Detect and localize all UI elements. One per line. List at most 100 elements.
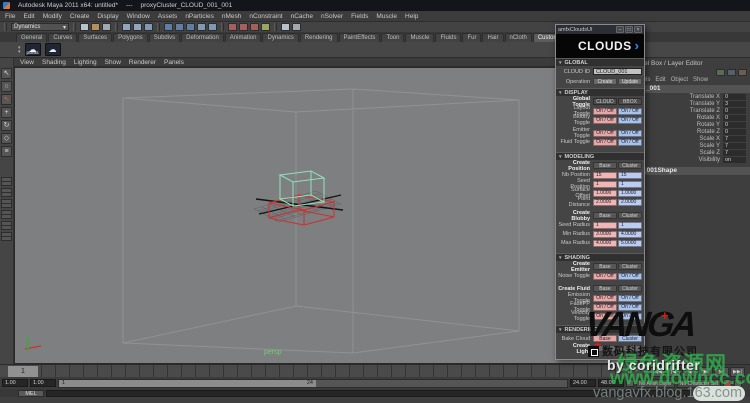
status-grip[interactable] [4, 23, 7, 31]
channel-value-field[interactable]: 0 [723, 122, 746, 128]
channel-value-field[interactable]: on [723, 157, 746, 163]
playback-start-field[interactable]: 1.00 [30, 379, 56, 387]
play-forwards-icon[interactable]: ▶ [698, 367, 713, 377]
velocity-toggle-cluster-button[interactable]: On / Off [618, 313, 642, 320]
layout-persp-outliner-button[interactable] [1, 199, 12, 208]
panel-menu-view[interactable]: View [20, 59, 34, 66]
panel-menu-renderer[interactable]: Renderer [129, 59, 156, 66]
anim-layer-menu[interactable]: No Anim Layer [636, 379, 675, 388]
menu-nmesh[interactable]: nMesh [222, 13, 242, 20]
noise-toggle-base-button[interactable]: On / Off [593, 273, 617, 280]
shelf-tab-polygons[interactable]: Polygons [113, 33, 148, 42]
status-grip[interactable] [274, 23, 277, 31]
emitter-toggle-cluster-button[interactable]: On / Off [618, 130, 642, 137]
open-scene-icon[interactable] [91, 23, 100, 31]
mel-tab[interactable]: MEL [18, 390, 44, 397]
channel-value-field[interactable]: 0 [723, 108, 746, 114]
shelf-tab-muscle[interactable]: Muscle [405, 33, 434, 42]
time-slider[interactable]: 1 |◀◀ |◀ ◀ ▶ ▶| ▶▶| [0, 364, 750, 377]
section-rendering[interactable]: ▾ RENDERING [556, 325, 644, 333]
make-live-icon[interactable] [208, 23, 217, 31]
minimize-icon[interactable]: – [616, 26, 624, 33]
cb-menu-edit[interactable]: Edit [655, 77, 665, 83]
shelf-tab-fur[interactable]: Fur [462, 33, 481, 42]
create-button[interactable]: Create [593, 78, 617, 85]
animation-end-field[interactable]: 48.00 [598, 379, 624, 387]
animation-start-field[interactable]: 1.00 [2, 379, 28, 387]
bake-cloud-cluster-button[interactable]: Cluster [618, 335, 642, 342]
render-settings-icon[interactable] [261, 23, 270, 31]
layout-persp-button[interactable] [1, 232, 12, 241]
snap-point-icon[interactable] [186, 23, 195, 31]
command-input[interactable] [46, 390, 692, 397]
shelf-tab-subdivs[interactable]: Subdivs [149, 33, 180, 42]
range-slider-bar[interactable]: 1 24 [59, 380, 316, 387]
menu-ncache[interactable]: nCache [291, 13, 313, 20]
status-grip[interactable] [115, 23, 118, 31]
panel-menu-lighting[interactable]: Lighting [74, 59, 97, 66]
snap-grid-icon[interactable] [164, 23, 173, 31]
panel-menu-panels[interactable]: Panels [164, 59, 184, 66]
construction-history-icon[interactable] [228, 23, 237, 31]
shelf-tab-rendering[interactable]: Rendering [300, 33, 338, 42]
channel-value-field[interactable]: 7 [723, 136, 746, 142]
cb-menu-show[interactable]: Show [693, 77, 708, 83]
menu-edit[interactable]: Edit [23, 13, 34, 20]
shelf-tab-dynamics[interactable]: Dynamics [262, 33, 298, 42]
clouds-window-titlebar[interactable]: amfxCloudsUI – □ × [556, 25, 644, 34]
save-scene-icon[interactable] [102, 23, 111, 31]
shelf-tab-fluids[interactable]: Fluids [435, 33, 461, 42]
layout-toggle-cluster-button[interactable]: On / Off [618, 108, 642, 115]
seed-position-base-field[interactable]: 1 [593, 181, 617, 188]
shelf-tab-ncloth[interactable]: nCloth [505, 33, 532, 42]
shelf-tab-curves[interactable]: Curves [48, 33, 77, 42]
point-distance-cluster-field[interactable]: 2.0000 [618, 199, 642, 206]
channelbox-toggle-icon[interactable] [292, 23, 301, 31]
shelf-tab-hair[interactable]: Hair [482, 33, 503, 42]
cluster-column-header[interactable]: Cluster [618, 285, 642, 292]
blobby-toggle-base-button[interactable]: On / Off [593, 117, 617, 124]
shelf-tab-painteffects[interactable]: PaintEffects [339, 33, 381, 42]
fadepp-toggle-cluster-button[interactable]: On / Off [618, 304, 642, 311]
sidebar-toggle-icon[interactable] [281, 23, 290, 31]
base-column-header[interactable]: Base [593, 263, 617, 270]
character-set-menu[interactable]: No Character Set [677, 379, 722, 388]
update-button[interactable]: Update [618, 78, 642, 85]
viewport-canvas[interactable]: persp [14, 67, 643, 364]
nb-position-cluster-field[interactable]: 15 [618, 172, 642, 179]
base-column-header[interactable]: Base [593, 285, 617, 292]
select-hierarchy-icon[interactable] [122, 23, 131, 31]
min-radius-cluster-field[interactable]: 4.0000 [618, 231, 642, 238]
auto-keyframe-icon[interactable] [723, 379, 732, 388]
cluster-column-header[interactable]: Cluster [618, 212, 642, 219]
menu-help[interactable]: Help [405, 13, 418, 20]
noise-toggle-cluster-button[interactable]: On / Off [618, 273, 642, 280]
cloud-mode-button[interactable]: CLOUD [593, 98, 617, 105]
set-key-icon[interactable] [626, 379, 634, 387]
maximize-icon[interactable]: □ [625, 26, 633, 33]
section-global[interactable]: ▾ GLOBAL [556, 58, 644, 66]
last-tool-icon[interactable]: ≡ [1, 146, 12, 157]
point-distance-base-field[interactable]: 2.0000 [593, 199, 617, 206]
emitter-toggle-base-button[interactable]: On / Off [593, 130, 617, 137]
lasso-tool-icon[interactable]: ○ [1, 81, 12, 92]
status-grip[interactable] [221, 23, 224, 31]
scale-tool-icon[interactable]: ◇ [1, 133, 12, 144]
close-icon[interactable]: × [634, 26, 642, 33]
menu-create[interactable]: Create [70, 13, 90, 20]
menu-display[interactable]: Display [97, 13, 118, 20]
max-radius-cluster-field[interactable]: 5.0000 [618, 240, 642, 247]
layout-hypershade-button[interactable] [1, 221, 12, 230]
shelf-tab-deformation[interactable]: Deformation [181, 33, 224, 42]
menu-set-dropdown[interactable]: Dynamics ▾ [11, 23, 69, 31]
shelf-tab-surfaces[interactable]: Surfaces [78, 33, 112, 42]
channel-value-field[interactable]: 0 [723, 94, 746, 100]
cluster-column-header[interactable]: Cluster [618, 263, 642, 270]
paint-select-tool-icon[interactable]: ↖ [1, 94, 12, 105]
rotate-tool-icon[interactable]: ↻ [1, 120, 12, 131]
bake-cloud-base-button[interactable]: Base [593, 335, 617, 342]
velocity-toggle-base-button[interactable]: On / Off [593, 313, 617, 320]
menu-window[interactable]: Window [127, 13, 150, 20]
cloud-points-shelf-button[interactable]: ☁ points [25, 43, 41, 56]
panel-menu-show[interactable]: Show [105, 59, 121, 66]
